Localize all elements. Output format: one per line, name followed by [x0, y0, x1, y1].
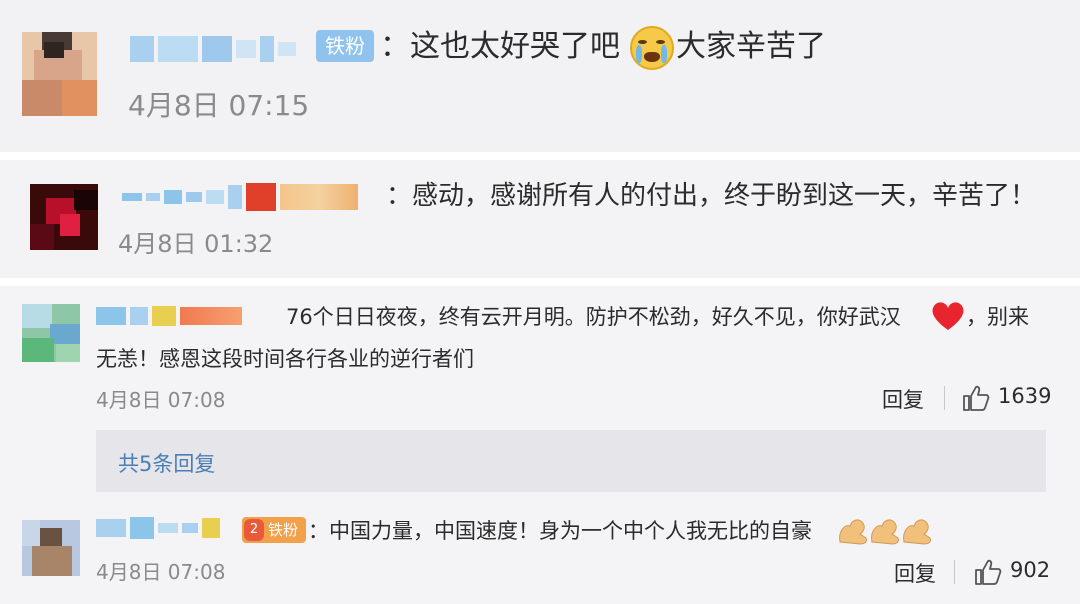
- crying-face-icon: [630, 26, 674, 70]
- like-count: 902: [1010, 558, 1051, 582]
- comment-text-tail: 大家辛苦了: [676, 29, 826, 64]
- divider: [954, 560, 955, 584]
- fan-level-icon: 2: [244, 519, 264, 541]
- timestamp: 4月8日 07:08: [96, 388, 226, 412]
- comment-text: ：感动，感谢所有人的付出，终于盼到这一天，辛苦了！: [386, 181, 1037, 211]
- comment-text: ：中国力量，中国速度！身为一个中个人我无比的自豪: [308, 519, 812, 543]
- reply-button[interactable]: 回复: [894, 558, 936, 588]
- fan-badge: 铁粉: [316, 30, 374, 62]
- avatar[interactable]: [30, 184, 98, 250]
- view-replies-link[interactable]: 共5条回复: [118, 448, 215, 478]
- thumbs-up-icon[interactable]: [962, 385, 990, 411]
- red-heart-icon: [932, 302, 964, 330]
- thumbs-up-icon[interactable]: [974, 559, 1002, 585]
- fan-badge-label: 铁粉: [267, 521, 298, 539]
- comment-card-1: [0, 0, 1080, 152]
- comment-text-line1-tail: ，别来: [966, 305, 1029, 329]
- like-count: 1639: [998, 384, 1052, 408]
- username-obscured[interactable]: [130, 34, 310, 64]
- avatar[interactable]: [22, 520, 80, 576]
- timestamp: 4月8日 07:08: [96, 560, 226, 584]
- username-obscured[interactable]: [96, 304, 266, 328]
- comment-text: ：这也太好哭了吧: [380, 29, 620, 64]
- timestamp: 4月8日 07:15: [128, 89, 310, 122]
- replies-box[interactable]: 共5条回复: [96, 430, 1046, 492]
- username-obscured[interactable]: [96, 516, 236, 540]
- reply-button[interactable]: 回复: [882, 384, 924, 414]
- comment-text-line1: 76个日日夜夜，终有云开月明。防护不松劲，好久不见，你好武汉: [286, 305, 901, 329]
- avatar[interactable]: [22, 304, 80, 362]
- avatar[interactable]: [22, 32, 97, 116]
- flexed-arm-icon: [839, 519, 931, 545]
- comment-text-line2: 无恙！感恩这段时间各行各业的逆行者们: [96, 347, 474, 371]
- divider: [944, 386, 945, 410]
- username-obscured[interactable]: [122, 182, 386, 212]
- timestamp: 4月8日 01:32: [118, 230, 274, 258]
